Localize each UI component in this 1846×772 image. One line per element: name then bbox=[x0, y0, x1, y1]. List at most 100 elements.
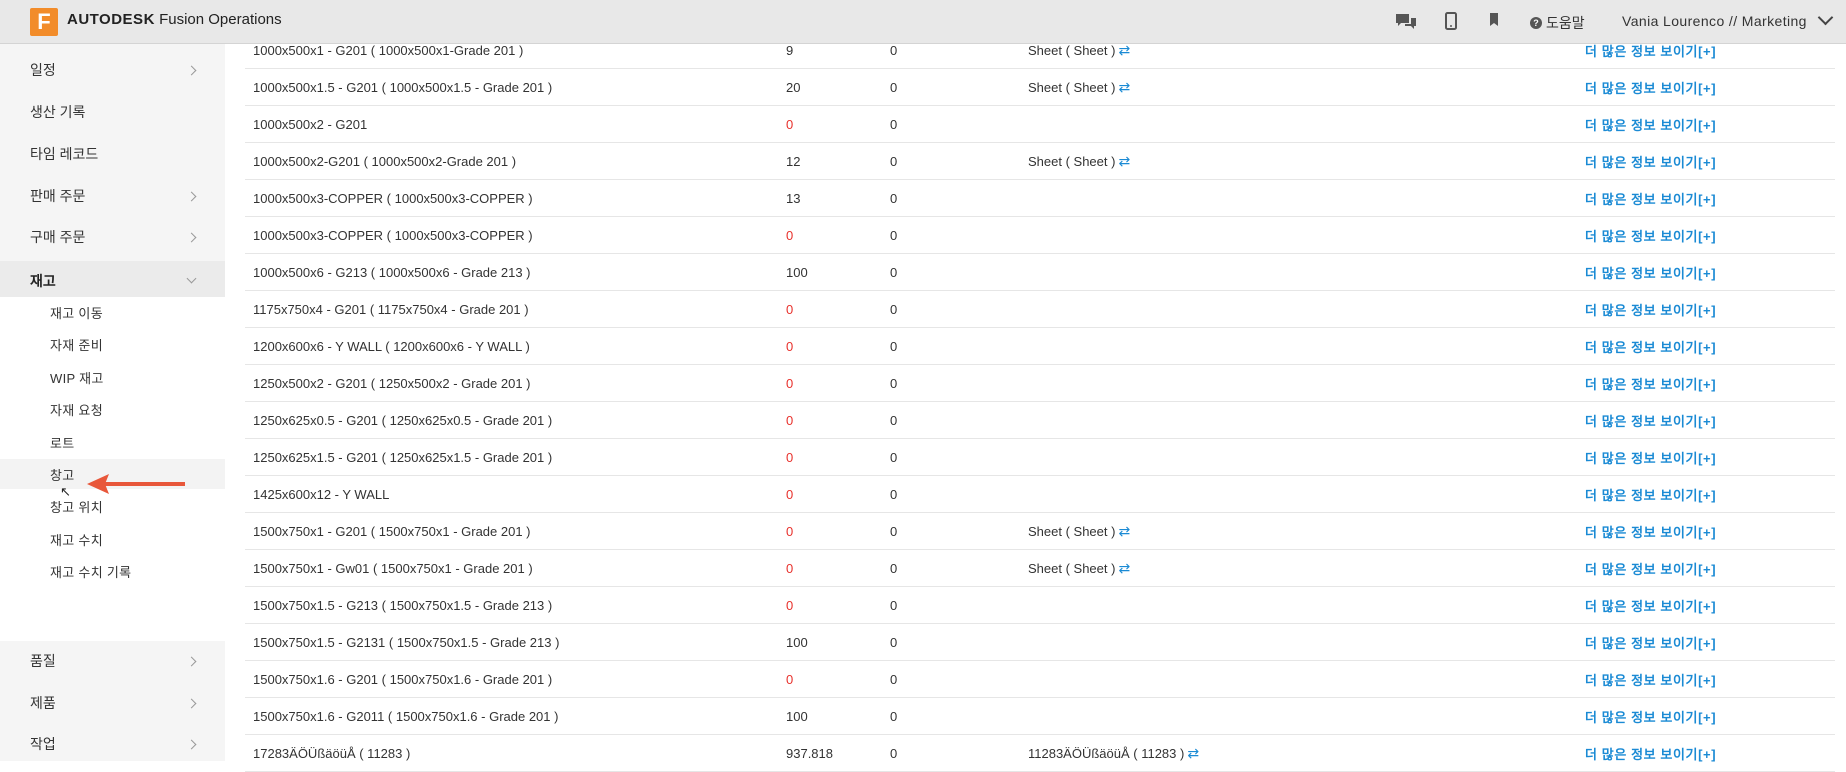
sidebar-item-jobs[interactable]: 작업 bbox=[0, 724, 225, 761]
table-row: 1425x600x12 - Y WALL 0 0 더 많은 정보 보이기[+] bbox=[245, 476, 1835, 513]
swap-icon[interactable]: ⇄ bbox=[1118, 153, 1130, 170]
chevron-down-icon[interactable] bbox=[1817, 9, 1834, 26]
product-name-cell: 1500x750x1.5 - G2131 ( 1500x750x1.5 - Gr… bbox=[253, 634, 560, 650]
reserved-cell: 0 bbox=[890, 264, 898, 280]
quantity-cell: 0 bbox=[786, 412, 794, 428]
sidebar-item-quality[interactable]: 품질 bbox=[0, 641, 225, 681]
show-more-link[interactable]: 더 많은 정보 보이기[+] bbox=[1585, 698, 1716, 734]
submenu-item-stock-levels[interactable]: 재고 수치 bbox=[0, 524, 225, 554]
show-more-link[interactable]: 더 많은 정보 보이기[+] bbox=[1585, 513, 1716, 549]
swap-icon[interactable]: ⇄ bbox=[1187, 745, 1199, 762]
show-more-link[interactable]: 더 많은 정보 보이기[+] bbox=[1585, 106, 1716, 142]
product-name-cell: 1000x500x1.5 - G201 ( 1000x500x1.5 - Gra… bbox=[253, 79, 553, 95]
product-name-cell: 1000x500x2-G201 ( 1000x500x2-Grade 201 ) bbox=[253, 153, 517, 169]
chevron-right-icon bbox=[186, 739, 197, 750]
table-row: 1500x750x1.6 - G2011 ( 1500x750x1.6 - Gr… bbox=[245, 698, 1835, 735]
submenu-item-stock-level-history[interactable]: 재고 수치 기록 bbox=[0, 556, 225, 586]
show-more-link[interactable]: 더 많은 정보 보이기[+] bbox=[1585, 402, 1716, 438]
submenu-item-stock-movements[interactable]: 재고 이동 bbox=[0, 297, 225, 327]
submenu-item-material-requests[interactable]: 자재 요청 bbox=[0, 394, 225, 424]
swap-icon[interactable]: ⇄ bbox=[1118, 79, 1130, 96]
brand-title[interactable]: AUTODESK Fusion Operations bbox=[67, 11, 282, 28]
reserved-cell: 0 bbox=[890, 745, 898, 761]
annotation-arrow-icon bbox=[87, 474, 185, 494]
reserved-cell: 0 bbox=[890, 449, 898, 465]
user-menu[interactable]: Vania Lourenco // Marketing bbox=[1622, 13, 1807, 29]
sidebar-item-inventory[interactable]: 재고 bbox=[0, 261, 225, 301]
chevron-right-icon bbox=[186, 191, 197, 202]
product-name-cell: 1500x750x1.6 - G201 ( 1500x750x1.6 - Gra… bbox=[253, 671, 553, 687]
sidebar-item-time-records[interactable]: 타임 레코드 bbox=[0, 134, 225, 174]
reserved-cell: 0 bbox=[890, 708, 898, 724]
fusion-logo[interactable]: F bbox=[30, 8, 58, 36]
chevron-right-icon bbox=[186, 656, 197, 667]
product-name-cell: 1000x500x3-COPPER ( 1000x500x3-COPPER ) bbox=[253, 190, 533, 206]
table-row: 1000x500x6 - G213 ( 1000x500x6 - Grade 2… bbox=[245, 254, 1835, 291]
help-link[interactable]: ? 도움말 bbox=[1530, 13, 1585, 33]
type-label: Sheet ( Sheet ) bbox=[1028, 79, 1116, 95]
product-name-cell: 1000x500x2 - G201 bbox=[253, 116, 368, 132]
show-more-link[interactable]: 더 많은 정보 보이기[+] bbox=[1585, 254, 1716, 290]
reserved-cell: 0 bbox=[890, 301, 898, 317]
swap-icon[interactable]: ⇄ bbox=[1118, 560, 1130, 577]
quantity-cell: 0 bbox=[786, 449, 794, 465]
table-row: 1000x500x2 - G201 0 0 더 많은 정보 보이기[+] bbox=[245, 106, 1835, 143]
sidebar-item-sales-orders[interactable]: 판매 주문 bbox=[0, 176, 225, 216]
sidebar-item-production-log[interactable]: 생산 기록 bbox=[0, 92, 225, 132]
reserved-cell: 0 bbox=[890, 338, 898, 354]
show-more-link[interactable]: 더 많은 정보 보이기[+] bbox=[1585, 550, 1716, 586]
show-more-link[interactable]: 더 많은 정보 보이기[+] bbox=[1585, 587, 1716, 623]
show-more-link[interactable]: 더 많은 정보 보이기[+] bbox=[1585, 180, 1716, 216]
submenu-item-material-prep[interactable]: 자재 준비 bbox=[0, 329, 225, 359]
sidebar-item-label: 판매 주문 bbox=[30, 188, 86, 204]
table-row: 1500x750x1 - Gw01 ( 1500x750x1 - Grade 2… bbox=[245, 550, 1835, 587]
type-cell: Sheet ( Sheet ) ⇄ bbox=[1028, 69, 1130, 105]
show-more-link[interactable]: 더 많은 정보 보이기[+] bbox=[1585, 476, 1716, 512]
show-more-link[interactable]: 더 많은 정보 보이기[+] bbox=[1585, 291, 1716, 327]
chat-icon[interactable] bbox=[1394, 12, 1418, 35]
table-row: 1250x625x0.5 - G201 ( 1250x625x0.5 - Gra… bbox=[245, 402, 1835, 439]
show-more-link[interactable]: 더 많은 정보 보이기[+] bbox=[1585, 365, 1716, 401]
submenu-item-lots[interactable]: 로트 bbox=[0, 427, 225, 457]
sidebar-item-products[interactable]: 제품 bbox=[0, 683, 225, 723]
sidebar-item-label: 타임 레코드 bbox=[30, 146, 99, 162]
show-more-link[interactable]: 더 많은 정보 보이기[+] bbox=[1585, 735, 1716, 771]
table-row: 1500x750x1.5 - G213 ( 1500x750x1.5 - Gra… bbox=[245, 587, 1835, 624]
product-name-cell: 1250x500x2 - G201 ( 1250x500x2 - Grade 2… bbox=[253, 375, 531, 391]
quantity-cell: 0 bbox=[786, 560, 794, 576]
table-row: 1250x500x2 - G201 ( 1250x500x2 - Grade 2… bbox=[245, 365, 1835, 402]
product-name-cell: 1500x750x1 - Gw01 ( 1500x750x1 - Grade 2… bbox=[253, 560, 533, 576]
quantity-cell: 937.818 bbox=[786, 745, 833, 761]
cursor-icon: ↖ bbox=[60, 484, 71, 499]
show-more-link[interactable]: 더 많은 정보 보이기[+] bbox=[1585, 69, 1716, 105]
table-row: 1000x500x3-COPPER ( 1000x500x3-COPPER ) 1… bbox=[245, 180, 1835, 217]
product-name-cell: 1000x500x6 - G213 ( 1000x500x6 - Grade 2… bbox=[253, 264, 531, 280]
swap-icon[interactable]: ⇄ bbox=[1118, 42, 1130, 59]
show-more-link[interactable]: 더 많은 정보 보이기[+] bbox=[1585, 328, 1716, 364]
sidebar-item-label: 구매 주문 bbox=[30, 229, 86, 245]
reserved-cell: 0 bbox=[890, 227, 898, 243]
reserved-cell: 0 bbox=[890, 412, 898, 428]
submenu-item-warehouse-locations[interactable]: 창고 위치 bbox=[0, 491, 225, 521]
reserved-cell: 0 bbox=[890, 79, 898, 95]
product-name-cell: 17283ÄÖÜßäöüÅ ( 11283 ) bbox=[253, 745, 411, 761]
swap-icon[interactable]: ⇄ bbox=[1118, 523, 1130, 540]
product-name-cell: 1425x600x12 - Y WALL bbox=[253, 486, 390, 502]
quantity-cell: 100 bbox=[786, 634, 808, 650]
sidebar-item-purchase-orders[interactable]: 구매 주문 bbox=[0, 217, 225, 257]
show-more-link[interactable]: 더 많은 정보 보이기[+] bbox=[1585, 143, 1716, 179]
submenu-item-wip-inventory[interactable]: WIP 재고 bbox=[0, 362, 225, 392]
mobile-icon[interactable] bbox=[1445, 12, 1457, 35]
show-more-link[interactable]: 더 많은 정보 보이기[+] bbox=[1585, 439, 1716, 475]
product-name-cell: 1250x625x1.5 - G201 ( 1250x625x1.5 - Gra… bbox=[253, 449, 553, 465]
bookmark-icon[interactable] bbox=[1489, 12, 1499, 33]
show-more-link[interactable]: 더 많은 정보 보이기[+] bbox=[1585, 624, 1716, 660]
sidebar-item-schedule[interactable]: 일정 bbox=[0, 50, 225, 90]
quantity-cell: 100 bbox=[786, 264, 808, 280]
sidebar-item-label: 재고 bbox=[30, 273, 56, 289]
type-label: Sheet ( Sheet ) bbox=[1028, 523, 1116, 539]
show-more-link[interactable]: 더 많은 정보 보이기[+] bbox=[1585, 217, 1716, 253]
reserved-cell: 0 bbox=[890, 190, 898, 206]
reserved-cell: 0 bbox=[890, 597, 898, 613]
show-more-link[interactable]: 더 많은 정보 보이기[+] bbox=[1585, 661, 1716, 697]
